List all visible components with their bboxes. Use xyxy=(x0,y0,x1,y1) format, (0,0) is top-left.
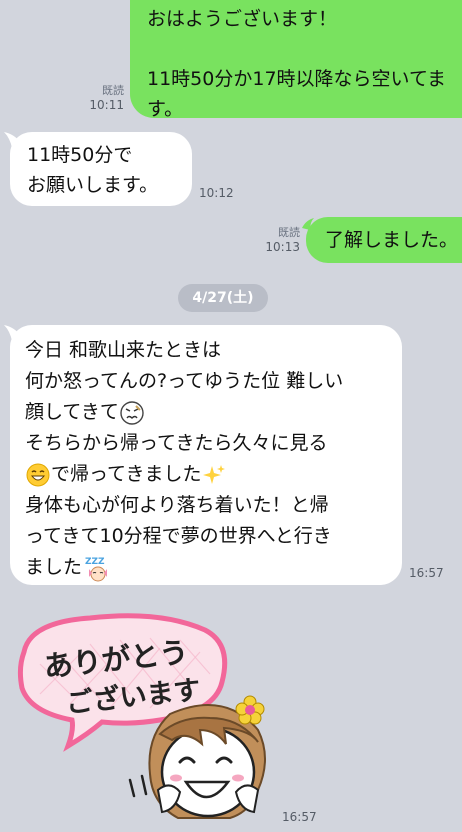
message-text-line: 11時50分か17時以降なら空いてま xyxy=(147,68,447,90)
message-text-line: ってきて10分程で夢の世界へと行き xyxy=(25,525,332,547)
timestamp: 16:57 xyxy=(409,566,444,580)
timestamp: 10:12 xyxy=(199,186,234,200)
message-sent-3[interactable]: 了解しました。 xyxy=(306,217,462,263)
message-received-4[interactable]: 今日 和歌山来たときは 何か怒ってんの?ってゆうた位 難しい 顔してきて そちら… xyxy=(10,325,402,585)
timestamp: 10:13 xyxy=(265,240,300,254)
message-received-2[interactable]: 11時50分で お願いします。 xyxy=(10,132,192,206)
timestamp: 10:11 xyxy=(89,98,124,112)
bubble-tail xyxy=(302,218,314,230)
message-text-segment: 顔してきて xyxy=(25,401,119,423)
message-text-segment: ました xyxy=(25,556,83,578)
message-text-line xyxy=(147,34,462,64)
message-text-line: 了解しました。 xyxy=(325,229,459,251)
bubble-tail xyxy=(4,325,20,341)
grinning-face-emoji xyxy=(26,463,50,487)
message-text-segment: で帰ってきました xyxy=(51,463,202,485)
bubble-tail xyxy=(4,132,20,148)
thank-you-sticker[interactable]: ありがとう ございます xyxy=(10,604,290,828)
message-text-line: 今日 和歌山来たときは xyxy=(25,339,222,361)
timestamp: 16:57 xyxy=(282,810,317,824)
read-receipt: 既読 xyxy=(278,226,300,239)
sleeping-zzz-emoji: ZZZ xyxy=(83,554,113,582)
message-text-line: す。 xyxy=(147,98,184,120)
read-receipt: 既読 xyxy=(102,84,124,97)
message-text-line: お願いします。 xyxy=(27,174,159,196)
message-meta-1: 既読 10:11 xyxy=(86,84,124,112)
svg-text:ZZZ: ZZZ xyxy=(85,557,105,567)
message-text-line: 11時50分で xyxy=(27,144,133,166)
message-text-line: 身体も心が何より落ち着いた！と帰 xyxy=(25,494,329,516)
message-text-line-with-emoji: ました ZZZ xyxy=(25,552,402,583)
sticker-illustration: ありがとう ございます xyxy=(17,613,266,819)
message-text-line-with-emoji: で帰ってきました xyxy=(25,459,402,490)
message-sent-1[interactable]: おはようございます！ 11時50分か17時以降なら空いてま す。 xyxy=(130,0,462,120)
confounded-face-emoji xyxy=(120,400,144,425)
message-text-line: おはようございます！ xyxy=(147,8,338,30)
message-text-line-with-emoji: 顔してきて xyxy=(25,397,402,428)
message-text-line: 何か怒ってんの?ってゆうた位 難しい xyxy=(25,370,344,392)
date-separator: 4/27(土) xyxy=(178,284,268,312)
message-meta-2: 10:12 xyxy=(199,186,234,200)
message-text-line: そちらから帰ってきたら久々に見る xyxy=(25,432,328,454)
sparkles-emoji xyxy=(202,463,226,487)
message-meta-3: 既読 10:13 xyxy=(262,226,300,254)
message-meta-4: 16:57 xyxy=(409,566,444,580)
